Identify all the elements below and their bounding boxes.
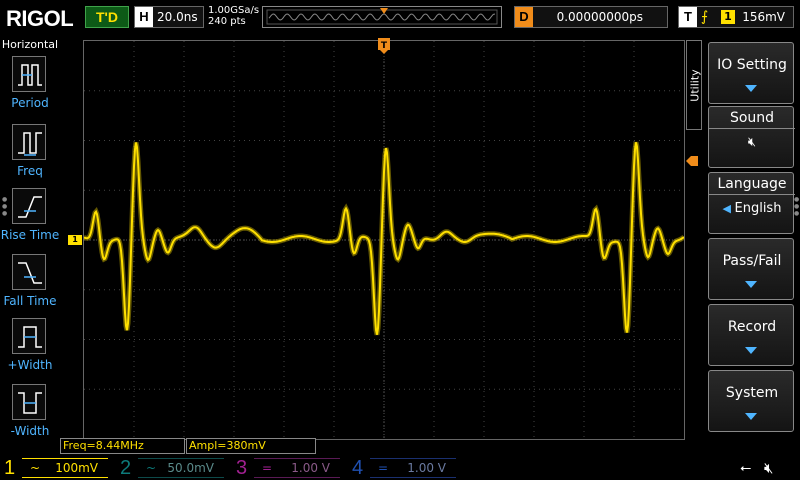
channel-4-settings: = 1.00 V — [370, 458, 456, 478]
channel-2-number: 2 — [120, 457, 132, 479]
measure-menu: Horizontal Period Freq Rise Time Fall Ti… — [0, 36, 60, 456]
usb-icon: ⭠ — [740, 460, 752, 476]
record-label: Record — [727, 319, 777, 335]
trigger-source-badge: 1 — [721, 10, 735, 24]
rising-edge-icon: ⨍ — [701, 9, 709, 25]
record-button[interactable]: Record — [708, 304, 794, 366]
pass-fail-button[interactable]: Pass/Fail — [708, 238, 794, 300]
language-label: Language — [709, 173, 795, 195]
timeline-wave-icon — [266, 8, 498, 25]
measure-rise-time-label: Rise Time — [0, 228, 60, 242]
chevron-down-icon — [745, 281, 757, 288]
measure-menu-title: Horizontal — [1, 38, 59, 51]
acquisition-info: 1.00GSa/s 240 pts — [208, 5, 259, 27]
channel-1-number: 1 — [4, 457, 16, 479]
horizontal-label: H — [135, 7, 153, 27]
speaker-mute-icon: 🔇︎ — [747, 135, 757, 150]
frequency-icon — [12, 124, 46, 160]
trigger-label: T — [679, 7, 697, 27]
channel-1[interactable]: 1 ~ 100mV — [0, 456, 112, 480]
delay-label: D — [515, 7, 533, 27]
memory-timeline[interactable] — [262, 6, 502, 28]
sample-rate: 1.00GSa/s — [208, 5, 260, 16]
utility-menu: IO Setting Sound 🔇︎ Language ◀ English P… — [700, 36, 800, 456]
dc-coupling-icon: = — [378, 461, 389, 475]
io-setting-button[interactable]: IO Setting — [708, 42, 794, 104]
freq-measurement[interactable]: Freq=8.44MHz — [60, 438, 185, 454]
channel-3[interactable]: 3 = 1.00 V — [232, 456, 344, 480]
trigger-position-icon[interactable]: T — [378, 38, 390, 54]
channel-1-settings: ~ 100mV — [22, 458, 108, 478]
chevron-down-icon — [745, 347, 757, 354]
chevron-left-icon: ◀ — [722, 202, 735, 215]
system-button[interactable]: System — [708, 370, 794, 432]
dc-coupling-icon: = — [262, 461, 273, 475]
delay-value: 0.00000000ps — [556, 10, 643, 24]
status-bar: RIGOL T'D H 20.0ns 1.00GSa/s 240 pts D 0… — [0, 0, 800, 36]
rise-time-icon — [12, 188, 46, 224]
trigger-status-badge: T'D — [85, 6, 129, 28]
channel-4-scale: 1.00 V — [407, 461, 446, 475]
brand-logo: RIGOL — [6, 6, 74, 31]
trigger-settings[interactable]: T ⨍ 1 156mV — [678, 6, 794, 28]
measure-fall-time-label: Fall Time — [3, 294, 57, 308]
channel-bar: 1 ~ 100mV 2 ~ 50.0mV 3 = 1.00 V 4 = 1.00… — [0, 456, 800, 480]
ac-coupling-icon: ~ — [146, 461, 157, 475]
measure-pos-width-label: +Width — [7, 358, 53, 372]
system-label: System — [725, 385, 779, 401]
measure-freq-label: Freq — [17, 164, 43, 178]
language-button[interactable]: Language ◀ English — [708, 172, 795, 234]
measure-period[interactable]: Period — [0, 56, 60, 118]
fall-time-icon — [12, 254, 46, 290]
measure-freq[interactable]: Freq — [0, 124, 60, 186]
measurement-bar: Freq=8.44MHz Ampl=380mV — [60, 438, 685, 454]
chevron-down-icon — [745, 413, 757, 420]
ac-coupling-icon: ~ — [30, 461, 41, 475]
speaker-mute-icon[interactable]: 🔇︎ — [764, 459, 773, 477]
waveform-display[interactable] — [83, 40, 685, 440]
horizontal-delay[interactable]: D 0.00000000ps — [514, 6, 668, 28]
positive-width-icon — [12, 318, 46, 354]
channel-2-scale: 50.0mV — [167, 461, 214, 475]
sound-label: Sound — [709, 107, 795, 129]
ampl-measurement[interactable]: Ampl=380mV — [186, 438, 316, 454]
negative-width-icon — [12, 384, 46, 420]
measure-neg-width[interactable]: -Width — [0, 384, 60, 446]
timebase-value: 20.0ns — [157, 10, 198, 24]
chevron-down-icon — [745, 85, 757, 92]
measure-pos-width[interactable]: +Width — [0, 318, 60, 380]
channel-2-settings: ~ 50.0mV — [138, 458, 224, 478]
right-scroll-dots: ● ● ● — [794, 196, 800, 217]
memory-depth: 240 pts — [208, 16, 246, 27]
channel-3-number: 3 — [236, 457, 248, 479]
period-icon — [12, 56, 46, 92]
waveform-grid — [84, 41, 684, 439]
measure-neg-width-label: -Width — [10, 424, 50, 438]
io-setting-label: IO Setting — [717, 57, 787, 73]
horizontal-timebase[interactable]: H 20.0ns — [134, 6, 204, 28]
channel-2[interactable]: 2 ~ 50.0mV — [116, 456, 228, 480]
pass-fail-label: Pass/Fail — [722, 253, 782, 269]
sound-button[interactable]: Sound 🔇︎ — [708, 106, 795, 168]
measure-fall-time[interactable]: Fall Time — [0, 254, 60, 316]
left-scroll-dots: ● ● ● — [2, 196, 8, 217]
svg-text:T: T — [381, 41, 388, 51]
trigger-level-value: 156mV — [742, 10, 785, 24]
channel-1-scale: 100mV — [55, 461, 98, 475]
language-value: ◀ English — [722, 201, 782, 216]
measure-period-label: Period — [11, 96, 49, 110]
measure-rise-time[interactable]: Rise Time — [0, 188, 60, 250]
trigger-level-icon[interactable] — [686, 156, 698, 166]
ch1-offset-marker[interactable]: 1 — [68, 235, 82, 245]
channel-4-number: 4 — [352, 457, 364, 479]
channel-4[interactable]: 4 = 1.00 V — [348, 456, 460, 480]
channel-3-settings: = 1.00 V — [254, 458, 340, 478]
channel-3-scale: 1.00 V — [291, 461, 330, 475]
